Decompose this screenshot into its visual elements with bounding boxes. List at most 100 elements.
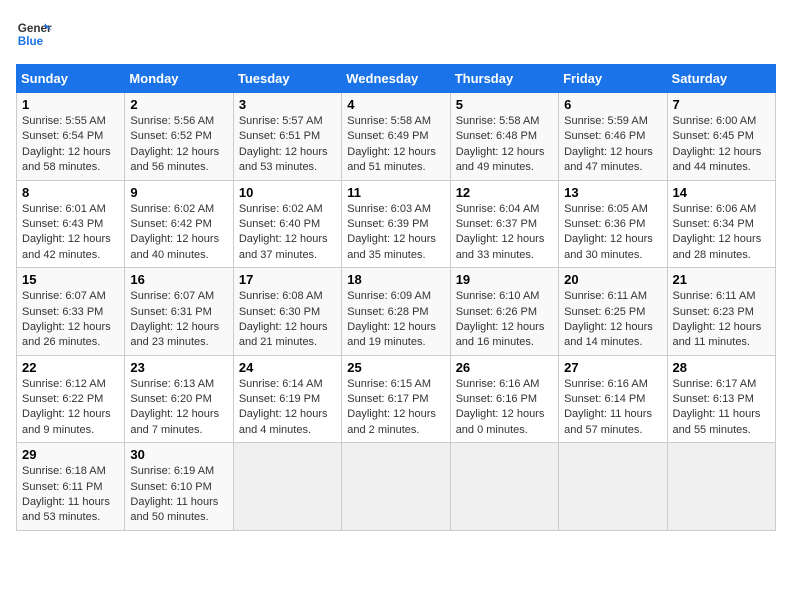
weekday-header-friday: Friday (559, 65, 667, 93)
day-info: Sunrise: 5:57 AM Sunset: 6:51 PM Dayligh… (239, 114, 336, 176)
day-number: 1 (22, 97, 119, 112)
day-number: 29 (22, 447, 119, 462)
calendar-cell: 1 Sunrise: 5:55 AM Sunset: 6:54 PM Daylig… (17, 93, 125, 181)
calendar-cell: 25Sunrise: 6:15 AM Sunset: 6:17 PM Dayli… (342, 355, 450, 443)
calendar-week-2: 8Sunrise: 6:01 AM Sunset: 6:43 PM Daylig… (17, 180, 776, 268)
weekday-header-tuesday: Tuesday (233, 65, 341, 93)
calendar-cell: 13 Sunrise: 6:05 AM Sunset: 6:36 PM Dayli… (559, 180, 667, 268)
svg-text:Blue: Blue (18, 35, 44, 48)
day-info: Sunrise: 6:05 AM Sunset: 6:36 PM Dayligh… (564, 202, 661, 264)
logo-icon: General Blue (16, 16, 52, 52)
calendar-week-1: 1 Sunrise: 5:55 AM Sunset: 6:54 PM Daylig… (17, 93, 776, 181)
day-number: 25 (347, 360, 444, 375)
day-number: 13 (564, 185, 661, 200)
calendar-cell: 2Sunrise: 5:56 AM Sunset: 6:52 PM Daylig… (125, 93, 233, 181)
day-number: 4 (347, 97, 444, 112)
calendar-cell (667, 443, 775, 531)
day-number: 8 (22, 185, 119, 200)
calendar-cell: 18 Sunrise: 6:09 AM Sunset: 6:28 PM Dayli… (342, 268, 450, 356)
day-number: 21 (673, 272, 770, 287)
calendar-cell: 4 Sunrise: 5:58 AM Sunset: 6:49 PM Daylig… (342, 93, 450, 181)
calendar-cell: 21Sunrise: 6:11 AM Sunset: 6:23 PM Dayli… (667, 268, 775, 356)
calendar-body: 1 Sunrise: 5:55 AM Sunset: 6:54 PM Daylig… (17, 93, 776, 531)
calendar-cell: 26 Sunrise: 6:16 AM Sunset: 6:16 PM Dayli… (450, 355, 558, 443)
day-number: 12 (456, 185, 553, 200)
day-info: Sunrise: 6:11 AM Sunset: 6:25 PM Dayligh… (564, 289, 661, 351)
calendar-cell (450, 443, 558, 531)
day-info: Sunrise: 6:18 AM Sunset: 6:11 PM Dayligh… (22, 464, 119, 526)
calendar-cell: 24Sunrise: 6:14 AM Sunset: 6:19 PM Dayli… (233, 355, 341, 443)
calendar-cell: 14Sunrise: 6:06 AM Sunset: 6:34 PM Dayli… (667, 180, 775, 268)
calendar-cell: 29 Sunrise: 6:18 AM Sunset: 6:11 PM Dayli… (17, 443, 125, 531)
page-header: General Blue (16, 16, 776, 52)
day-info: Sunrise: 6:14 AM Sunset: 6:19 PM Dayligh… (239, 377, 336, 439)
calendar-table: SundayMondayTuesdayWednesdayThursdayFrid… (16, 64, 776, 531)
day-number: 19 (456, 272, 553, 287)
day-number: 2 (130, 97, 227, 112)
calendar-cell: 11 Sunrise: 6:03 AM Sunset: 6:39 PM Dayli… (342, 180, 450, 268)
weekday-header-row: SundayMondayTuesdayWednesdayThursdayFrid… (17, 65, 776, 93)
weekday-header-wednesday: Wednesday (342, 65, 450, 93)
day-info: Sunrise: 5:58 AM Sunset: 6:48 PM Dayligh… (456, 114, 553, 176)
calendar-cell: 20 Sunrise: 6:11 AM Sunset: 6:25 PM Dayli… (559, 268, 667, 356)
day-info: Sunrise: 6:16 AM Sunset: 6:14 PM Dayligh… (564, 377, 661, 439)
logo: General Blue (16, 16, 52, 52)
day-number: 14 (673, 185, 770, 200)
calendar-cell: 16Sunrise: 6:07 AM Sunset: 6:31 PM Dayli… (125, 268, 233, 356)
day-info: Sunrise: 6:17 AM Sunset: 6:13 PM Dayligh… (673, 377, 770, 439)
day-info: Sunrise: 6:00 AM Sunset: 6:45 PM Dayligh… (673, 114, 770, 176)
day-info: Sunrise: 6:13 AM Sunset: 6:20 PM Dayligh… (130, 377, 227, 439)
day-number: 5 (456, 97, 553, 112)
calendar-week-3: 15Sunrise: 6:07 AM Sunset: 6:33 PM Dayli… (17, 268, 776, 356)
day-info: Sunrise: 6:08 AM Sunset: 6:30 PM Dayligh… (239, 289, 336, 351)
day-info: Sunrise: 5:59 AM Sunset: 6:46 PM Dayligh… (564, 114, 661, 176)
day-info: Sunrise: 6:07 AM Sunset: 6:33 PM Dayligh… (22, 289, 119, 351)
day-number: 6 (564, 97, 661, 112)
calendar-cell: 17 Sunrise: 6:08 AM Sunset: 6:30 PM Dayli… (233, 268, 341, 356)
day-number: 20 (564, 272, 661, 287)
calendar-cell: 7Sunrise: 6:00 AM Sunset: 6:45 PM Daylig… (667, 93, 775, 181)
day-number: 9 (130, 185, 227, 200)
calendar-cell: 12 Sunrise: 6:04 AM Sunset: 6:37 PM Dayli… (450, 180, 558, 268)
day-info: Sunrise: 5:58 AM Sunset: 6:49 PM Dayligh… (347, 114, 444, 176)
day-info: Sunrise: 6:12 AM Sunset: 6:22 PM Dayligh… (22, 377, 119, 439)
day-info: Sunrise: 6:07 AM Sunset: 6:31 PM Dayligh… (130, 289, 227, 351)
calendar-cell (342, 443, 450, 531)
calendar-cell: 22 Sunrise: 6:12 AM Sunset: 6:22 PM Dayli… (17, 355, 125, 443)
day-info: Sunrise: 6:16 AM Sunset: 6:16 PM Dayligh… (456, 377, 553, 439)
calendar-cell: 27 Sunrise: 6:16 AM Sunset: 6:14 PM Dayli… (559, 355, 667, 443)
day-info: Sunrise: 6:19 AM Sunset: 6:10 PM Dayligh… (130, 464, 227, 526)
day-number: 30 (130, 447, 227, 462)
calendar-cell (559, 443, 667, 531)
day-info: Sunrise: 6:02 AM Sunset: 6:42 PM Dayligh… (130, 202, 227, 264)
day-number: 18 (347, 272, 444, 287)
calendar-cell: 6 Sunrise: 5:59 AM Sunset: 6:46 PM Daylig… (559, 93, 667, 181)
calendar-cell: 8Sunrise: 6:01 AM Sunset: 6:43 PM Daylig… (17, 180, 125, 268)
calendar-week-5: 29 Sunrise: 6:18 AM Sunset: 6:11 PM Dayli… (17, 443, 776, 531)
day-info: Sunrise: 6:03 AM Sunset: 6:39 PM Dayligh… (347, 202, 444, 264)
day-info: Sunrise: 6:09 AM Sunset: 6:28 PM Dayligh… (347, 289, 444, 351)
weekday-header-monday: Monday (125, 65, 233, 93)
calendar-cell: 3Sunrise: 5:57 AM Sunset: 6:51 PM Daylig… (233, 93, 341, 181)
day-number: 22 (22, 360, 119, 375)
day-number: 26 (456, 360, 553, 375)
weekday-header-saturday: Saturday (667, 65, 775, 93)
day-info: Sunrise: 6:02 AM Sunset: 6:40 PM Dayligh… (239, 202, 336, 264)
calendar-cell: 15Sunrise: 6:07 AM Sunset: 6:33 PM Dayli… (17, 268, 125, 356)
day-number: 28 (673, 360, 770, 375)
svg-text:General: General (18, 22, 52, 35)
day-info: Sunrise: 6:10 AM Sunset: 6:26 PM Dayligh… (456, 289, 553, 351)
day-number: 10 (239, 185, 336, 200)
day-number: 27 (564, 360, 661, 375)
calendar-cell: 5 Sunrise: 5:58 AM Sunset: 6:48 PM Daylig… (450, 93, 558, 181)
calendar-cell: 23 Sunrise: 6:13 AM Sunset: 6:20 PM Dayli… (125, 355, 233, 443)
day-number: 23 (130, 360, 227, 375)
day-info: Sunrise: 5:55 AM Sunset: 6:54 PM Dayligh… (22, 114, 119, 176)
day-number: 17 (239, 272, 336, 287)
calendar-cell (233, 443, 341, 531)
day-number: 11 (347, 185, 444, 200)
calendar-cell: 30 Sunrise: 6:19 AM Sunset: 6:10 PM Dayli… (125, 443, 233, 531)
calendar-cell: 28 Sunrise: 6:17 AM Sunset: 6:13 PM Dayli… (667, 355, 775, 443)
day-info: Sunrise: 6:04 AM Sunset: 6:37 PM Dayligh… (456, 202, 553, 264)
calendar-cell: 9 Sunrise: 6:02 AM Sunset: 6:42 PM Daylig… (125, 180, 233, 268)
